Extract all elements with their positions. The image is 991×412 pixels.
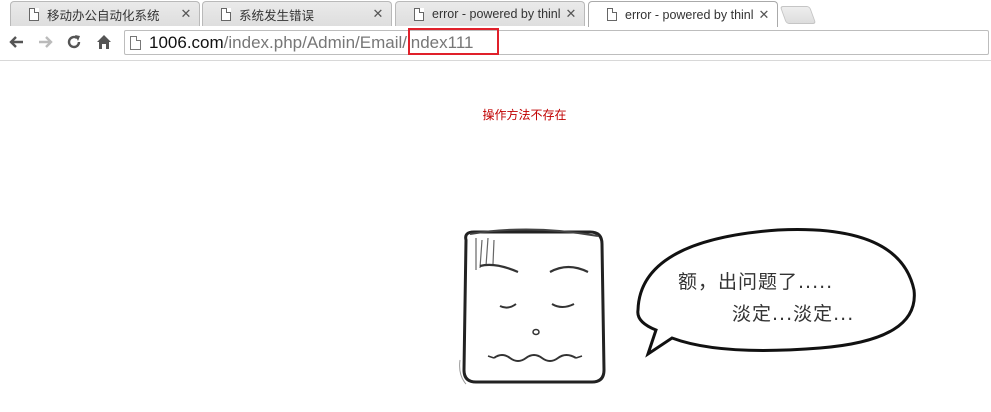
address-bar[interactable]: 1006.com/index.php/Admin/Email/index111	[124, 30, 989, 55]
close-icon[interactable]: ✕	[371, 6, 385, 22]
tab-3[interactable]: error - powered by thinl ✕	[395, 1, 585, 26]
tab-title: error - powered by thinl	[625, 7, 754, 22]
tab-2[interactable]: 系统发生错误 ✕	[202, 1, 392, 26]
browser-toolbar: 1006.com/index.php/Admin/Email/index111	[0, 26, 991, 61]
url-path: /index.php/Admin/Email/index111	[223, 33, 474, 52]
tab-4-active[interactable]: error - powered by thinl ✕	[588, 1, 778, 27]
close-icon[interactable]: ✕	[179, 6, 193, 22]
tab-title: 系统发生错误	[239, 8, 315, 23]
error-illustration: 额，出问题了..... 淡定...淡定...	[440, 210, 991, 407]
close-icon[interactable]: ✕	[757, 7, 771, 23]
page-icon	[221, 7, 231, 21]
speech-bubble-line-2: 淡定...淡定...	[732, 303, 855, 325]
new-tab-button[interactable]	[779, 6, 817, 24]
url-text[interactable]: 1006.com/index.php/Admin/Email/index111	[149, 32, 473, 54]
tab-strip: 移动办公自动化系统 ✕ 系统发生错误 ✕ error - powered by …	[0, 0, 991, 27]
url-host: 1006.com	[149, 33, 224, 52]
forward-icon[interactable]	[33, 30, 57, 54]
tab-title: 移动办公自动化系统	[47, 8, 160, 23]
tab-title: error - powered by thinl	[432, 7, 561, 21]
reload-icon[interactable]	[62, 30, 86, 54]
page-icon	[414, 7, 424, 21]
error-message: 操作方法不存在	[482, 108, 567, 122]
speech-bubble-line-1: 额，出问题了.....	[678, 271, 834, 293]
page-icon	[29, 7, 39, 21]
page-icon	[607, 8, 617, 21]
home-icon[interactable]	[92, 30, 116, 54]
close-icon[interactable]: ✕	[564, 6, 578, 22]
tab-1[interactable]: 移动办公自动化系统 ✕	[10, 1, 200, 26]
cube-face-drawing	[459, 228, 916, 385]
back-icon[interactable]	[5, 30, 29, 54]
page-icon	[130, 36, 141, 50]
